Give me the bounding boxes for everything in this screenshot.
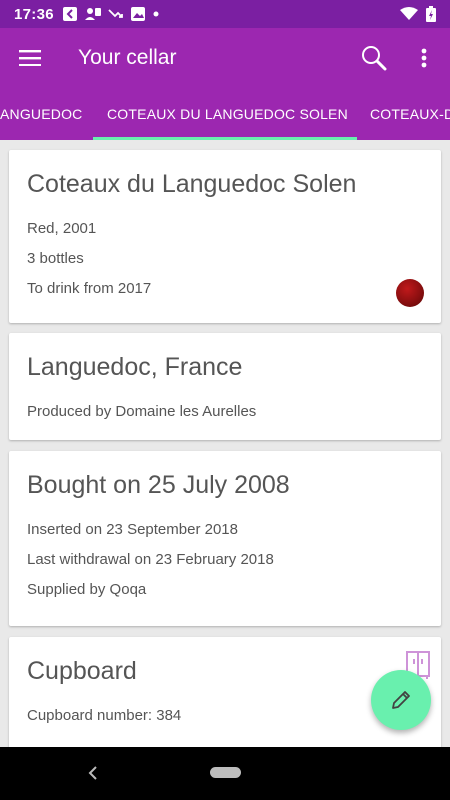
- overflow-menu-button[interactable]: [398, 28, 450, 88]
- wine-tabs: LANGUEDOC COTEAUX DU LANGUEDOC SOLEN COT…: [0, 88, 450, 140]
- more-vert-icon: [421, 48, 427, 68]
- drink-from: To drink from 2017: [27, 280, 152, 297]
- search-icon: [362, 46, 387, 71]
- back-chevron-icon: [88, 766, 97, 780]
- producer: Produced by Domaine les Aurelles: [27, 403, 257, 420]
- last-withdrawal: Last withdrawal on 23 February 2018: [27, 551, 274, 568]
- wine-color-dot: [396, 279, 424, 307]
- cellar-detail-content[interactable]: Coteaux du Languedoc Solen Red, 2001 3 b…: [0, 140, 450, 747]
- tab-coteaux-du-languedoc-solen[interactable]: COTEAUX DU LANGUEDOC SOLEN: [93, 88, 357, 140]
- wine-card: Coteaux du Languedoc Solen Red, 2001 3 b…: [9, 150, 441, 323]
- menu-button[interactable]: [0, 28, 60, 88]
- app-bar: Your cellar: [0, 28, 450, 88]
- cupboard-number: Cupboard number: 384: [27, 707, 182, 724]
- origin-card: Languedoc, France Produced by Domaine le…: [9, 333, 441, 440]
- more-notifications-dot-icon: [153, 11, 159, 17]
- tab-languedoc[interactable]: LANGUEDOC: [0, 88, 82, 140]
- image-notification-icon: [130, 7, 145, 21]
- pencil-icon: [392, 691, 410, 709]
- status-bar: 17:36: [0, 0, 450, 28]
- search-button[interactable]: [350, 28, 398, 88]
- page-title: Your cellar: [78, 46, 177, 69]
- tab-coteaux-d[interactable]: COTEAUX-D: [370, 88, 450, 140]
- edit-fab-button[interactable]: [371, 670, 431, 730]
- app-notification-icon: [62, 7, 77, 21]
- bought-date: Bought on 25 July 2008: [27, 471, 290, 499]
- wine-name: Coteaux du Languedoc Solen: [27, 170, 357, 198]
- inserted-date: Inserted on 23 September 2018: [27, 521, 238, 538]
- region-title: Languedoc, France: [27, 353, 243, 381]
- missed-call-icon: [108, 9, 123, 18]
- status-time: 17:36: [14, 5, 54, 23]
- wifi-icon: [400, 7, 418, 20]
- supplier: Supplied by Qoqa: [27, 581, 147, 598]
- tab-label: COTEAUX DU LANGUEDOC SOLEN: [107, 106, 348, 122]
- hamburger-menu-icon: [19, 50, 41, 66]
- battery-icon: [426, 6, 436, 22]
- account-notification-icon: [84, 8, 101, 20]
- wine-type-year: Red, 2001: [27, 220, 97, 237]
- storage-title: Cupboard: [27, 657, 137, 685]
- bottle-count: 3 bottles: [27, 250, 84, 267]
- nav-home-pill[interactable]: [210, 767, 241, 778]
- system-nav-bar: [0, 747, 450, 800]
- notification-icons: [62, 6, 160, 22]
- purchase-card: Bought on 25 July 2008 Inserted on 23 Se…: [9, 451, 441, 626]
- nav-back-button[interactable]: [88, 763, 98, 786]
